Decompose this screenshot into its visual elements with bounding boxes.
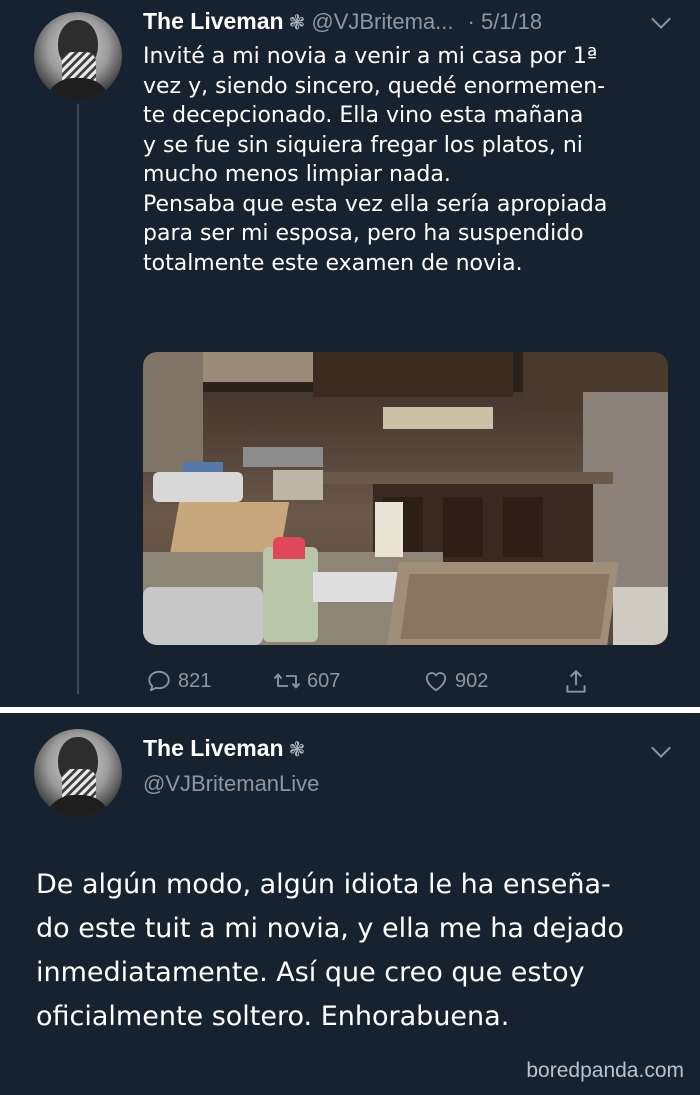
tweet-original: The Liveman ❃ @VJBritema... · 5/1/18 Inv… — [0, 0, 700, 707]
tweet-date[interactable]: · 5/1/18 — [468, 9, 543, 35]
user-handle[interactable]: @VJBritemanLive — [143, 771, 319, 797]
flower-icon: ❃ — [288, 736, 306, 761]
tweet-header: The Liveman ❃ @VJBritema... · 5/1/18 — [143, 8, 542, 35]
tweet-header: The Liveman ❃ — [143, 735, 305, 762]
user-handle[interactable]: @VJBritema... — [311, 9, 453, 35]
reply-icon — [148, 670, 170, 692]
display-name[interactable]: The Liveman — [143, 8, 284, 35]
share-button[interactable] — [563, 668, 595, 696]
heart-icon — [425, 672, 447, 692]
tweet-text: De algún modo, algún idiota le ha enseña… — [36, 869, 624, 1032]
tweet-actions: 821 607 902 — [143, 668, 603, 704]
avatar[interactable] — [34, 729, 122, 817]
chevron-down-icon[interactable] — [651, 9, 671, 29]
retweet-button[interactable]: 607 — [273, 668, 340, 694]
like-count: 902 — [455, 669, 489, 692]
watermark: boredpanda.com — [526, 1059, 684, 1082]
reply-button[interactable]: 821 — [146, 668, 211, 694]
thread-line — [77, 104, 79, 694]
share-icon — [566, 670, 586, 693]
chevron-down-icon[interactable] — [651, 738, 671, 758]
reply-count: 821 — [178, 669, 212, 692]
tweet-followup: The Liveman ❃ @VJBritemanLive De algún m… — [0, 713, 700, 1095]
tweet-text: Invité a mi novia a venir a mi casa por … — [143, 44, 608, 276]
tweet-photo[interactable] — [143, 352, 668, 645]
flower-icon: ❃ — [288, 9, 306, 34]
avatar[interactable] — [34, 12, 122, 100]
tweet-handle-row: @VJBritemanLive — [143, 771, 319, 797]
retweet-count: 607 — [307, 669, 341, 692]
display-name[interactable]: The Liveman — [143, 735, 284, 762]
like-button[interactable]: 902 — [423, 668, 488, 694]
retweet-icon — [273, 673, 301, 689]
